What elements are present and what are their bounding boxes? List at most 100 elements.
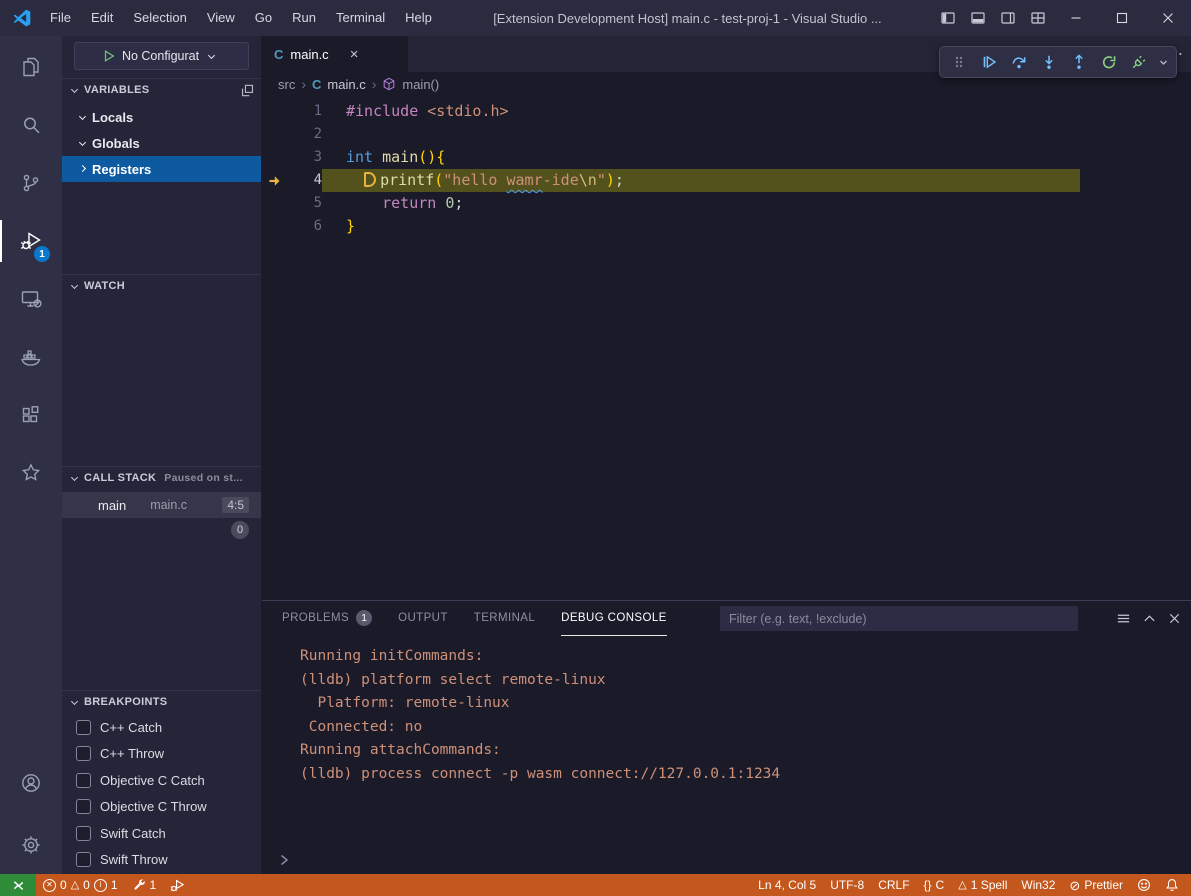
encoding-indicator[interactable]: UTF-8 xyxy=(823,874,871,896)
sidebar-item-remote-explorer[interactable] xyxy=(0,270,62,328)
console-line: (lldb) platform select remote-linux xyxy=(300,669,1191,693)
drag-handle[interactable] xyxy=(946,49,972,75)
breakpoints-section-header[interactable]: BREAKPOINTS xyxy=(62,690,261,713)
compare-values-icon[interactable] xyxy=(240,83,255,98)
disconnect-button[interactable] xyxy=(1126,49,1152,75)
chevron-down-icon[interactable] xyxy=(1156,49,1170,75)
watch-section-header[interactable]: WATCH xyxy=(62,274,261,297)
code-line[interactable]: 2 xyxy=(262,123,1191,146)
inline-breakpoint-icon[interactable] xyxy=(364,172,376,187)
breadcrumb-symbol[interactable]: main() xyxy=(402,77,439,92)
restart-button[interactable] xyxy=(1096,49,1122,75)
feedback-button[interactable] xyxy=(1130,874,1158,896)
variables-section-header[interactable]: VARIABLES xyxy=(62,78,261,101)
breakpoint-item[interactable]: Objective C Throw xyxy=(62,794,261,821)
step-over-button[interactable] xyxy=(1006,49,1032,75)
close-panel-icon[interactable] xyxy=(1168,612,1181,625)
language-mode[interactable]: {} C xyxy=(917,874,952,896)
close-tab-icon[interactable]: × xyxy=(350,47,359,62)
menu-go[interactable]: Go xyxy=(245,0,282,36)
menu-help[interactable]: Help xyxy=(395,0,442,36)
toggle-panel-icon[interactable] xyxy=(963,0,993,36)
sidebar-item-run-debug[interactable]: 1 xyxy=(0,212,62,270)
step-into-button[interactable] xyxy=(1036,49,1062,75)
maximize-panel-icon[interactable] xyxy=(1143,612,1156,625)
variables-item-registers[interactable]: Registers xyxy=(62,156,261,182)
panel-tab-label: TERMINAL xyxy=(474,612,535,624)
toggle-secondary-sidebar-icon[interactable] xyxy=(993,0,1023,36)
menu-edit[interactable]: Edit xyxy=(81,0,123,36)
checkbox[interactable] xyxy=(76,773,91,788)
menu-selection[interactable]: Selection xyxy=(123,0,196,36)
breadcrumb-src[interactable]: src xyxy=(278,77,295,92)
chevron-down-icon xyxy=(71,281,78,288)
line-number: 3 xyxy=(290,146,322,169)
breadcrumb-file[interactable]: main.c xyxy=(327,77,365,92)
sidebar-item-extensions[interactable] xyxy=(0,386,62,444)
spell-checker-status[interactable]: △ 1 Spell xyxy=(951,874,1014,896)
launch-config-dropdown[interactable]: No Configurat xyxy=(74,42,249,70)
panel-tab-debug-console[interactable]: DEBUG CONSOLE xyxy=(561,601,667,636)
formatter-status[interactable]: ⊘ Prettier xyxy=(1062,874,1130,896)
breakpoint-item[interactable]: Swift Catch xyxy=(62,820,261,847)
platform-status[interactable]: Win32 xyxy=(1014,874,1062,896)
breakpoint-item[interactable]: Swift Throw xyxy=(62,847,261,874)
close-button[interactable] xyxy=(1145,0,1191,36)
sidebar-item-docker[interactable] xyxy=(0,328,62,386)
problems-status[interactable]: ✕ 0 △ 0 i 1 xyxy=(36,874,125,896)
menu-terminal[interactable]: Terminal xyxy=(326,0,395,36)
tab-main-c[interactable]: C main.c × xyxy=(262,36,408,72)
continue-button[interactable] xyxy=(976,49,1002,75)
checkbox[interactable] xyxy=(76,746,91,761)
cursor-position[interactable]: Ln 4, Col 5 xyxy=(751,874,823,896)
vscode-window: FileEditSelectionViewGoRunTerminalHelp [… xyxy=(0,0,1191,896)
remote-indicator[interactable] xyxy=(0,874,36,896)
variables-item-locals[interactable]: Locals xyxy=(62,104,261,130)
checkbox[interactable] xyxy=(76,852,91,867)
variables-item-globals[interactable]: Globals xyxy=(62,130,261,156)
code-line[interactable]: 6} xyxy=(262,215,1191,238)
checkbox[interactable] xyxy=(76,720,91,735)
settings-button[interactable] xyxy=(0,816,62,874)
config-label: No Configurat xyxy=(122,49,199,63)
panel-tab-output[interactable]: OUTPUT xyxy=(398,601,448,636)
chevron-down-icon xyxy=(71,473,78,480)
menu-run[interactable]: Run xyxy=(282,0,326,36)
debug-status[interactable] xyxy=(163,874,192,896)
code-line[interactable]: 4 printf("hello wamr-ide\n"); xyxy=(262,169,1191,192)
notifications-button[interactable] xyxy=(1158,874,1191,896)
call-stack-frame[interactable]: main main.c 4:5 xyxy=(62,492,261,518)
debug-console-output[interactable]: Running initCommands:(lldb) platform sel… xyxy=(262,636,1191,874)
panel-tab-terminal[interactable]: TERMINAL xyxy=(474,601,535,636)
toggle-sidebar-icon[interactable] xyxy=(933,0,963,36)
console-prompt-icon[interactable] xyxy=(278,854,290,866)
sidebar-item-explorer[interactable] xyxy=(0,38,62,96)
menu-view[interactable]: View xyxy=(197,0,245,36)
code-line[interactable]: 3int main(){ xyxy=(262,146,1191,169)
code-line[interactable]: 1#include <stdio.h> xyxy=(262,100,1191,123)
eol-indicator[interactable]: CRLF xyxy=(871,874,916,896)
code-editor[interactable]: 1#include <stdio.h>23int main(){4 printf… xyxy=(262,96,1191,600)
call-stack-section-header[interactable]: CALL STACK Paused on st... xyxy=(62,466,261,489)
breakpoint-item[interactable]: C++ Catch xyxy=(62,714,261,741)
account-button[interactable] xyxy=(0,754,62,812)
sidebar-item-favorites[interactable] xyxy=(0,444,62,502)
build-tools-status[interactable]: 1 xyxy=(125,874,164,896)
maximize-button[interactable] xyxy=(1099,0,1145,36)
console-filter-input[interactable] xyxy=(720,606,1078,631)
minimize-button[interactable] xyxy=(1053,0,1099,36)
sidebar-item-search[interactable] xyxy=(0,96,62,154)
breakpoint-item[interactable]: C++ Throw xyxy=(62,741,261,768)
breakpoint-item[interactable]: Objective C Catch xyxy=(62,767,261,794)
customize-layout-icon[interactable] xyxy=(1023,0,1053,36)
menu-file[interactable]: File xyxy=(40,0,81,36)
sidebar-item-source-control[interactable] xyxy=(0,154,62,212)
code-text: #include <stdio.h> xyxy=(322,100,509,123)
checkbox[interactable] xyxy=(76,826,91,841)
code-line[interactable]: 5 return 0; xyxy=(262,192,1191,215)
chevron-icon xyxy=(79,112,86,119)
panel-tab-problems[interactable]: PROBLEMS1 xyxy=(282,601,372,636)
step-out-button[interactable] xyxy=(1066,49,1092,75)
filter-lines-icon[interactable] xyxy=(1116,611,1131,626)
checkbox[interactable] xyxy=(76,799,91,814)
